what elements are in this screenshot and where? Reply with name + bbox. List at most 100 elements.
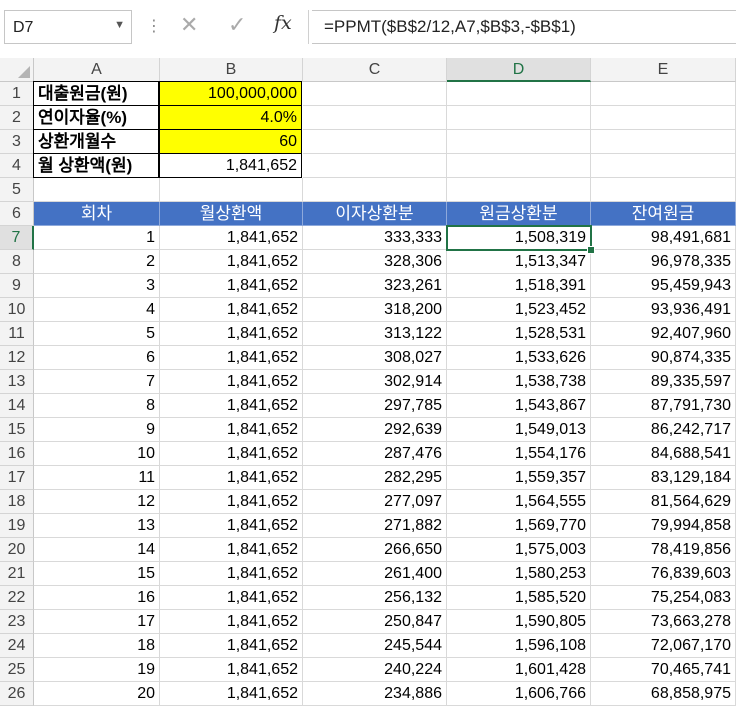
table-cell[interactable]: 1,841,652 — [160, 658, 303, 682]
table-header-cell[interactable]: 월상환액 — [160, 202, 303, 226]
table-cell[interactable]: 10 — [34, 442, 160, 466]
table-cell[interactable]: 1,841,652 — [160, 250, 303, 274]
table-cell[interactable]: 1,538,738 — [447, 370, 591, 394]
table-cell[interactable]: 292,639 — [303, 418, 447, 442]
param-label[interactable]: 월 상환액(원) — [33, 153, 159, 178]
empty-cell[interactable] — [591, 178, 736, 202]
table-cell[interactable]: 1,543,867 — [447, 394, 591, 418]
row-header-17[interactable]: 17 — [0, 466, 34, 490]
column-header-b[interactable]: B — [160, 58, 303, 82]
empty-cell[interactable] — [591, 154, 736, 178]
table-cell[interactable]: 308,027 — [303, 346, 447, 370]
table-cell[interactable]: 1,841,652 — [160, 226, 303, 250]
row-header-16[interactable]: 16 — [0, 442, 34, 466]
row-header-6[interactable]: 6 — [0, 202, 34, 226]
table-cell[interactable]: 87,791,730 — [591, 394, 736, 418]
table-cell[interactable]: 8 — [34, 394, 160, 418]
row-header-1[interactable]: 1 — [0, 82, 34, 106]
table-cell[interactable]: 1,841,652 — [160, 490, 303, 514]
empty-cell[interactable] — [591, 82, 736, 106]
table-cell[interactable]: 68,858,975 — [591, 682, 736, 706]
row-header-11[interactable]: 11 — [0, 322, 34, 346]
row-header-4[interactable]: 4 — [0, 154, 34, 178]
table-cell[interactable]: 1,841,652 — [160, 442, 303, 466]
table-cell[interactable]: 86,242,717 — [591, 418, 736, 442]
table-cell[interactable]: 5 — [34, 322, 160, 346]
row-header-24[interactable]: 24 — [0, 634, 34, 658]
table-cell[interactable]: 12 — [34, 490, 160, 514]
table-header-cell[interactable]: 원금상환분 — [447, 202, 591, 226]
table-cell[interactable]: 1,841,652 — [160, 562, 303, 586]
table-cell[interactable]: 19 — [34, 658, 160, 682]
table-cell[interactable]: 20 — [34, 682, 160, 706]
column-header-a[interactable]: A — [34, 58, 160, 82]
empty-cell[interactable] — [303, 82, 447, 106]
row-header-3[interactable]: 3 — [0, 130, 34, 154]
table-cell[interactable]: 17 — [34, 610, 160, 634]
table-cell[interactable]: 328,306 — [303, 250, 447, 274]
empty-cell[interactable] — [447, 178, 591, 202]
table-cell[interactable]: 78,419,856 — [591, 538, 736, 562]
table-cell[interactable]: 7 — [34, 370, 160, 394]
table-cell[interactable]: 313,122 — [303, 322, 447, 346]
table-cell[interactable]: 1,533,626 — [447, 346, 591, 370]
table-cell[interactable]: 1,590,805 — [447, 610, 591, 634]
table-cell[interactable]: 1,523,452 — [447, 298, 591, 322]
table-cell[interactable]: 1,596,108 — [447, 634, 591, 658]
table-cell[interactable]: 89,335,597 — [591, 370, 736, 394]
table-cell[interactable]: 11 — [34, 466, 160, 490]
row-header-10[interactable]: 10 — [0, 298, 34, 322]
table-cell[interactable]: 83,129,184 — [591, 466, 736, 490]
table-cell[interactable]: 1,841,652 — [160, 634, 303, 658]
table-cell[interactable]: 1,841,652 — [160, 394, 303, 418]
param-value[interactable]: 1,841,652 — [159, 153, 302, 178]
table-cell[interactable]: 1,841,652 — [160, 322, 303, 346]
table-cell[interactable]: 1,508,319 — [447, 226, 591, 250]
table-cell[interactable]: 323,261 — [303, 274, 447, 298]
row-header-13[interactable]: 13 — [0, 370, 34, 394]
param-label[interactable]: 상환개월수 — [33, 129, 159, 154]
table-header-cell[interactable]: 잔여원금 — [591, 202, 736, 226]
fill-handle[interactable] — [587, 246, 595, 254]
table-cell[interactable]: 266,650 — [303, 538, 447, 562]
table-cell[interactable]: 72,067,170 — [591, 634, 736, 658]
row-header-2[interactable]: 2 — [0, 106, 34, 130]
param-label[interactable]: 연이자율(%) — [33, 105, 159, 130]
column-header-e[interactable]: E — [591, 58, 736, 82]
table-cell[interactable]: 79,994,858 — [591, 514, 736, 538]
table-cell[interactable]: 333,333 — [303, 226, 447, 250]
row-header-8[interactable]: 8 — [0, 250, 34, 274]
empty-cell[interactable] — [303, 130, 447, 154]
table-cell[interactable]: 1,518,391 — [447, 274, 591, 298]
table-cell[interactable]: 1,841,652 — [160, 298, 303, 322]
empty-cell[interactable] — [591, 130, 736, 154]
table-cell[interactable]: 1,513,347 — [447, 250, 591, 274]
table-cell[interactable]: 15 — [34, 562, 160, 586]
row-header-18[interactable]: 18 — [0, 490, 34, 514]
table-cell[interactable]: 282,295 — [303, 466, 447, 490]
row-header-7[interactable]: 7 — [0, 226, 34, 250]
table-cell[interactable]: 16 — [34, 586, 160, 610]
param-value[interactable]: 60 — [159, 129, 302, 154]
table-header-cell[interactable]: 회차 — [34, 202, 160, 226]
table-cell[interactable]: 1,841,652 — [160, 682, 303, 706]
table-cell[interactable]: 245,544 — [303, 634, 447, 658]
table-cell[interactable]: 3 — [34, 274, 160, 298]
empty-cell[interactable] — [303, 154, 447, 178]
empty-cell[interactable] — [303, 106, 447, 130]
table-cell[interactable]: 1,841,652 — [160, 346, 303, 370]
insert-function-icon[interactable]: fx — [274, 12, 292, 34]
table-cell[interactable]: 1,569,770 — [447, 514, 591, 538]
param-value[interactable]: 4.0% — [159, 105, 302, 130]
empty-cell[interactable] — [447, 82, 591, 106]
table-cell[interactable]: 287,476 — [303, 442, 447, 466]
row-header-19[interactable]: 19 — [0, 514, 34, 538]
row-header-9[interactable]: 9 — [0, 274, 34, 298]
table-cell[interactable]: 234,886 — [303, 682, 447, 706]
row-header-23[interactable]: 23 — [0, 610, 34, 634]
table-cell[interactable]: 1,564,555 — [447, 490, 591, 514]
table-cell[interactable]: 1,575,003 — [447, 538, 591, 562]
table-cell[interactable]: 95,459,943 — [591, 274, 736, 298]
table-cell[interactable]: 84,688,541 — [591, 442, 736, 466]
table-cell[interactable]: 90,874,335 — [591, 346, 736, 370]
